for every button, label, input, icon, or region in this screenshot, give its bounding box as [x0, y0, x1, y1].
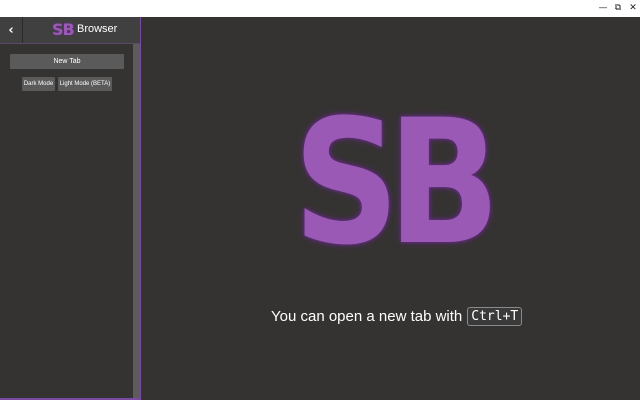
light-mode-button[interactable]: Light Mode (BETA): [58, 77, 112, 91]
window-titlebar: — ⧉ ✕: [0, 0, 640, 17]
scrollbar-thumb[interactable]: [133, 44, 140, 400]
back-button[interactable]: ‹: [0, 17, 23, 43]
app-title: Browser: [77, 23, 118, 35]
sidebar-header: ‹ SB Browser: [0, 17, 140, 44]
hint-text: You can open a new tab with: [271, 308, 463, 325]
minimize-icon[interactable]: —: [597, 2, 609, 14]
sidebar-scrollbar[interactable]: [133, 44, 140, 400]
app-logo: SB: [52, 20, 75, 39]
shortcut-key: Ctrl+T: [467, 307, 523, 326]
large-logo: SB: [293, 82, 500, 283]
new-tab-hint: You can open a new tab with Ctrl+T: [271, 307, 523, 326]
new-tab-button[interactable]: New Tab: [10, 54, 124, 69]
main-content: SB You can open a new tab with Ctrl+T: [141, 17, 640, 400]
sidebar: ‹ SB Browser New Tab Dark Mode Light Mod…: [0, 17, 141, 400]
chevron-left-icon: ‹: [8, 22, 14, 38]
restore-icon[interactable]: ⧉: [612, 2, 624, 14]
dark-mode-button[interactable]: Dark Mode: [22, 77, 55, 91]
close-icon[interactable]: ✕: [627, 2, 639, 14]
